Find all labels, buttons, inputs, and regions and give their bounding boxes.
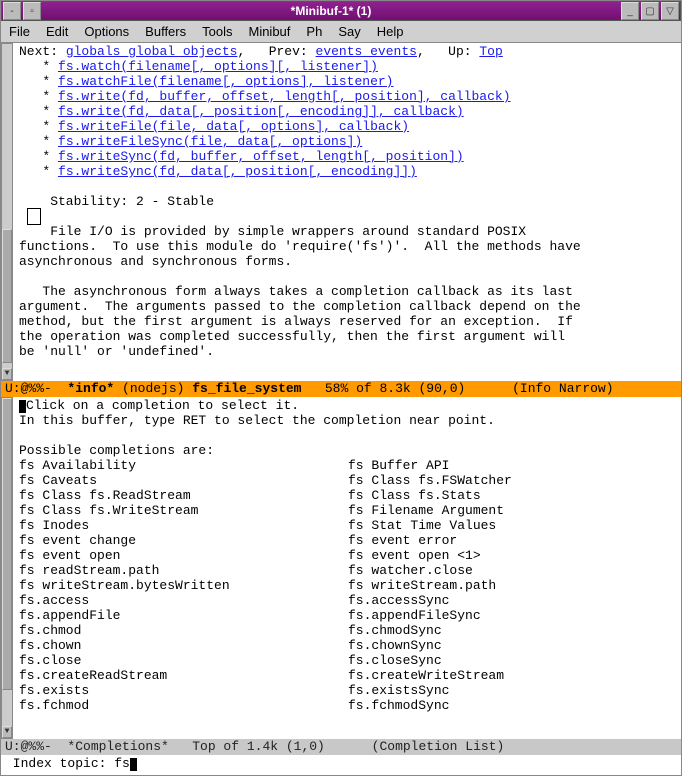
body-para-2: The asynchronous form always takes a com…	[19, 284, 581, 359]
menu-say[interactable]: Say	[338, 24, 360, 39]
scroll-down-icon[interactable]: ▼	[2, 726, 12, 738]
completion-item[interactable]: fs Inodes	[19, 518, 348, 533]
window-title: *Minibuf-1* (1)	[42, 4, 620, 18]
menu-help[interactable]: Help	[377, 24, 404, 39]
titlebar[interactable]: - ▫ *Minibuf-1* (1) _ ▢ ▽	[1, 1, 681, 21]
completion-item[interactable]: fs event error	[348, 533, 677, 548]
completion-item[interactable]: fs.fchmodSync	[348, 698, 677, 713]
api-link[interactable]: fs.writeSync(fd, buffer, offset, length[…	[58, 149, 464, 164]
completion-item[interactable]: fs.chownSync	[348, 638, 677, 653]
point-cursor	[19, 400, 26, 413]
completion-item[interactable]: fs Caveats	[19, 473, 348, 488]
completion-item[interactable]: fs.accessSync	[348, 593, 677, 608]
modeline-completions[interactable]: U:@%%- *Completions* Top of 1.4k (1,0) (…	[1, 739, 681, 755]
menu-file[interactable]: File	[9, 24, 30, 39]
info-pane: ▼ Next: globals_global_objects, Prev: ev…	[1, 43, 681, 381]
completion-item[interactable]: fs readStream.path	[19, 563, 348, 578]
completion-item[interactable]: fs Availability	[19, 458, 348, 473]
shade-icon[interactable]: ▽	[661, 2, 679, 20]
nav-next-label: Next:	[19, 44, 58, 59]
comp-instr-3: Possible completions are:	[19, 443, 214, 458]
completion-item[interactable]: fs.createWriteStream	[348, 668, 677, 683]
app-window: - ▫ *Minibuf-1* (1) _ ▢ ▽ File Edit Opti…	[0, 0, 682, 776]
nav-prev-label: Prev:	[269, 44, 308, 59]
completion-item[interactable]: fs.access	[19, 593, 348, 608]
minibuffer[interactable]: Index topic: fs	[1, 755, 681, 775]
stability-text: Stability: 2 - Stable	[19, 194, 214, 209]
completion-item[interactable]: fs event open	[19, 548, 348, 563]
scroll-down-icon[interactable]: ▼	[2, 368, 12, 380]
info-text[interactable]: Next: globals_global_objects, Prev: even…	[15, 43, 681, 360]
completion-item[interactable]: fs.exists	[19, 683, 348, 698]
pin-icon[interactable]: ▫	[23, 2, 41, 20]
content-area: ▼ Next: globals_global_objects, Prev: ev…	[1, 43, 681, 775]
api-link[interactable]: fs.write(fd, data[, position[, encoding]…	[58, 104, 464, 119]
modeline-pos: 58% of 8.3k (90,0) (Info Narrow)	[301, 381, 613, 396]
menu-edit[interactable]: Edit	[46, 24, 68, 39]
completion-item[interactable]: fs event open <1>	[348, 548, 677, 563]
completion-item[interactable]: fs.chmodSync	[348, 623, 677, 638]
menu-buffers[interactable]: Buffers	[145, 24, 186, 39]
completion-item[interactable]: fs.appendFile	[19, 608, 348, 623]
modeline-buffer: *info*	[67, 381, 114, 396]
menu-options[interactable]: Options	[84, 24, 129, 39]
api-link[interactable]: fs.watchFile(filename[, options], listen…	[58, 74, 393, 89]
menu-tools[interactable]: Tools	[202, 24, 232, 39]
scrollbar-handle[interactable]	[2, 229, 12, 363]
completions-pane: ▼ Click on a completion to select it. In…	[1, 397, 681, 739]
minibuf-prompt: Index topic:	[5, 756, 114, 771]
comp-instr-2: In this buffer, type RET to select the c…	[19, 413, 495, 428]
completion-item[interactable]: fs Filename Argument	[348, 503, 677, 518]
modeline-mode: (nodejs)	[114, 381, 192, 396]
completion-item[interactable]: fs.chmod	[19, 623, 348, 638]
completion-item[interactable]: fs Stat Time Values	[348, 518, 677, 533]
minimize-icon[interactable]: _	[621, 2, 639, 20]
completion-item[interactable]: fs writeStream.path	[348, 578, 677, 593]
modeline-topic: fs_file_system	[192, 381, 301, 396]
completion-item[interactable]: fs.closeSync	[348, 653, 677, 668]
completion-item[interactable]: fs.chown	[19, 638, 348, 653]
completion-item[interactable]: fs.appendFileSync	[348, 608, 677, 623]
completion-item[interactable]: fs.createReadStream	[19, 668, 348, 683]
nav-next-link[interactable]: globals_global_objects	[66, 44, 238, 59]
api-link[interactable]: fs.watch(filename[, options][, listener]…	[58, 59, 378, 74]
completion-item[interactable]: fs Class fs.Stats	[348, 488, 677, 503]
menu-minibuf[interactable]: Minibuf	[248, 24, 290, 39]
modeline-left: U:@%%-	[5, 381, 67, 396]
completion-item[interactable]: fs writeStream.bytesWritten	[19, 578, 348, 593]
nav-up-label: Up:	[448, 44, 471, 59]
completion-item[interactable]: fs Class fs.ReadStream	[19, 488, 348, 503]
menu-ph[interactable]: Ph	[306, 24, 322, 39]
sys-menu-icon[interactable]: -	[3, 2, 21, 20]
completion-item[interactable]: fs watcher.close	[348, 563, 677, 578]
completion-item[interactable]: fs Buffer API	[348, 458, 677, 473]
minibuf-input: fs	[114, 756, 130, 771]
scrollbar-top[interactable]: ▼	[1, 43, 13, 381]
nav-prev-link[interactable]: events_events	[316, 44, 417, 59]
api-link[interactable]: fs.writeFileSync(file, data[, options])	[58, 134, 362, 149]
scrollbar-comp[interactable]: ▼	[1, 397, 13, 739]
info-cursor-box	[27, 208, 41, 225]
scrollbar-handle[interactable]	[2, 398, 12, 690]
completion-item[interactable]: fs Class fs.WriteStream	[19, 503, 348, 518]
completions-text[interactable]: Click on a completion to select it. In t…	[15, 397, 681, 714]
nav-up-link[interactable]: Top	[479, 44, 502, 59]
api-link[interactable]: fs.writeFile(file, data[, options], call…	[58, 119, 409, 134]
completion-item[interactable]: fs Class fs.FSWatcher	[348, 473, 677, 488]
body-para-1: File I/O is provided by simple wrappers …	[19, 224, 581, 269]
menubar: File Edit Options Buffers Tools Minibuf …	[1, 21, 681, 43]
completion-item[interactable]: fs.existsSync	[348, 683, 677, 698]
modeline2-text: U:@%%- *Completions* Top of 1.4k (1,0) (…	[5, 739, 504, 754]
api-link[interactable]: fs.write(fd, buffer, offset, length[, po…	[58, 89, 510, 104]
comp-instr-1: Click on a completion to select it.	[26, 398, 299, 413]
completion-item[interactable]: fs.close	[19, 653, 348, 668]
minibuf-cursor	[130, 758, 137, 771]
modeline-info[interactable]: U:@%%- *info* (nodejs) fs_file_system 58…	[1, 381, 681, 397]
maximize-icon[interactable]: ▢	[641, 2, 659, 20]
api-link[interactable]: fs.writeSync(fd, data[, position[, encod…	[58, 164, 417, 179]
completion-item[interactable]: fs.fchmod	[19, 698, 348, 713]
completion-item[interactable]: fs event change	[19, 533, 348, 548]
